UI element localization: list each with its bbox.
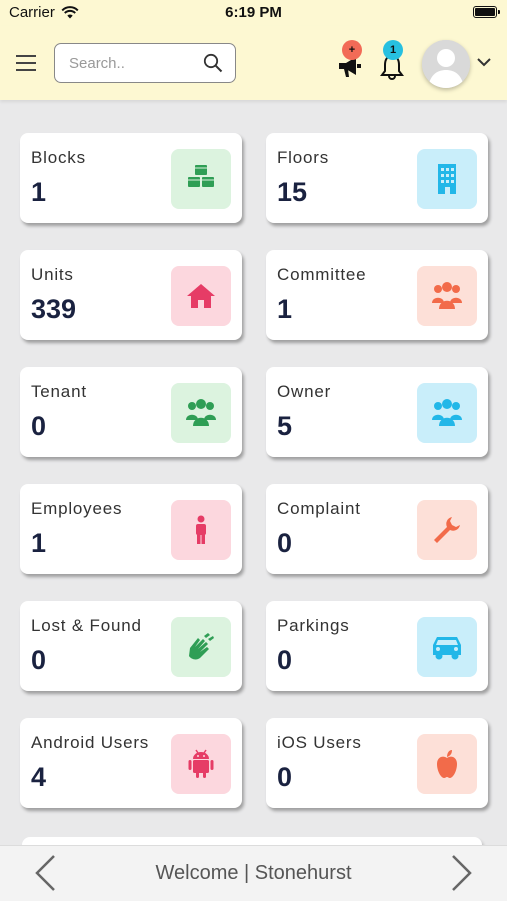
card-parkings[interactable]: Parkings 0 <box>266 601 488 691</box>
app-header: + 1 <box>0 26 507 100</box>
notification-badge: 1 <box>383 40 403 60</box>
chevron-right-icon[interactable] <box>450 854 474 892</box>
card-label: Committee <box>277 265 367 284</box>
card-committee[interactable]: Committee 1 <box>266 250 488 340</box>
footer-bar: Welcome | Stonehurst <box>0 845 507 901</box>
person-icon <box>171 500 231 560</box>
card-owner[interactable]: Owner 5 <box>266 367 488 457</box>
card-employees[interactable]: Employees 1 <box>20 484 242 574</box>
battery-icon <box>473 6 500 18</box>
card-label: Units <box>31 265 74 284</box>
welcome-text: Welcome | Stonehurst <box>155 862 352 884</box>
search-icon[interactable] <box>203 53 223 73</box>
card-value: 1 <box>31 528 47 558</box>
card-tenant[interactable]: Tenant 0 <box>20 367 242 457</box>
home-icon <box>171 266 231 326</box>
group-icon <box>417 383 477 443</box>
card-value: 4 <box>31 762 47 792</box>
card-value: 1 <box>277 294 293 324</box>
card-label: Floors <box>277 148 330 167</box>
chevron-down-icon[interactable] <box>476 56 492 68</box>
card-blocks[interactable]: Blocks 1 <box>20 133 242 223</box>
card-label: Blocks <box>31 148 86 167</box>
card-units[interactable]: Units 339 <box>20 250 242 340</box>
android-icon <box>171 734 231 794</box>
card-label: Complaint <box>277 499 361 518</box>
announcement-button[interactable]: + <box>336 40 366 80</box>
apple-icon <box>417 734 477 794</box>
card-label: Owner <box>277 382 332 401</box>
cubes-icon <box>171 149 231 209</box>
card-label: Parkings <box>277 616 350 635</box>
card-value: 0 <box>277 528 293 558</box>
card-complaint[interactable]: Complaint 0 <box>266 484 488 574</box>
building-icon <box>417 149 477 209</box>
card-floors[interactable]: Floors 15 <box>266 133 488 223</box>
car-icon <box>417 617 477 677</box>
wrench-icon <box>417 500 477 560</box>
card-value: 5 <box>277 411 293 441</box>
card-value: 339 <box>31 294 77 324</box>
card-lost-found[interactable]: Lost & Found 0 <box>20 601 242 691</box>
group-icon <box>171 383 231 443</box>
card-label: Android Users <box>31 733 150 752</box>
notifications-button[interactable]: 1 <box>380 40 406 80</box>
card-label: iOS Users <box>277 733 362 752</box>
hands-icon <box>171 617 231 677</box>
avatar[interactable] <box>422 40 470 88</box>
card-label: Employees <box>31 499 123 518</box>
card-label: Tenant <box>31 382 87 401</box>
card-value: 0 <box>277 762 293 792</box>
card-value: 0 <box>31 411 47 441</box>
announcement-badge: + <box>342 40 362 60</box>
card-ios-users[interactable]: iOS Users 0 <box>266 718 488 808</box>
hamburger-menu-icon[interactable] <box>16 55 36 71</box>
group-icon <box>417 266 477 326</box>
clock: 6:19 PM <box>225 4 282 21</box>
partial-card <box>22 837 482 845</box>
dashboard-grid: Blocks 1 Floors 15 Units 339 Committee 1… <box>0 100 507 845</box>
status-bar: Carrier 6:19 PM <box>0 0 507 26</box>
search-box <box>54 43 236 83</box>
card-label: Lost & Found <box>31 616 142 635</box>
card-value: 0 <box>277 645 293 675</box>
card-android-users[interactable]: Android Users 4 <box>20 718 242 808</box>
search-input[interactable] <box>67 44 201 83</box>
user-silhouette-icon <box>422 40 470 88</box>
card-value: 1 <box>31 177 47 207</box>
card-value: 0 <box>31 645 47 675</box>
card-value: 15 <box>277 177 308 207</box>
